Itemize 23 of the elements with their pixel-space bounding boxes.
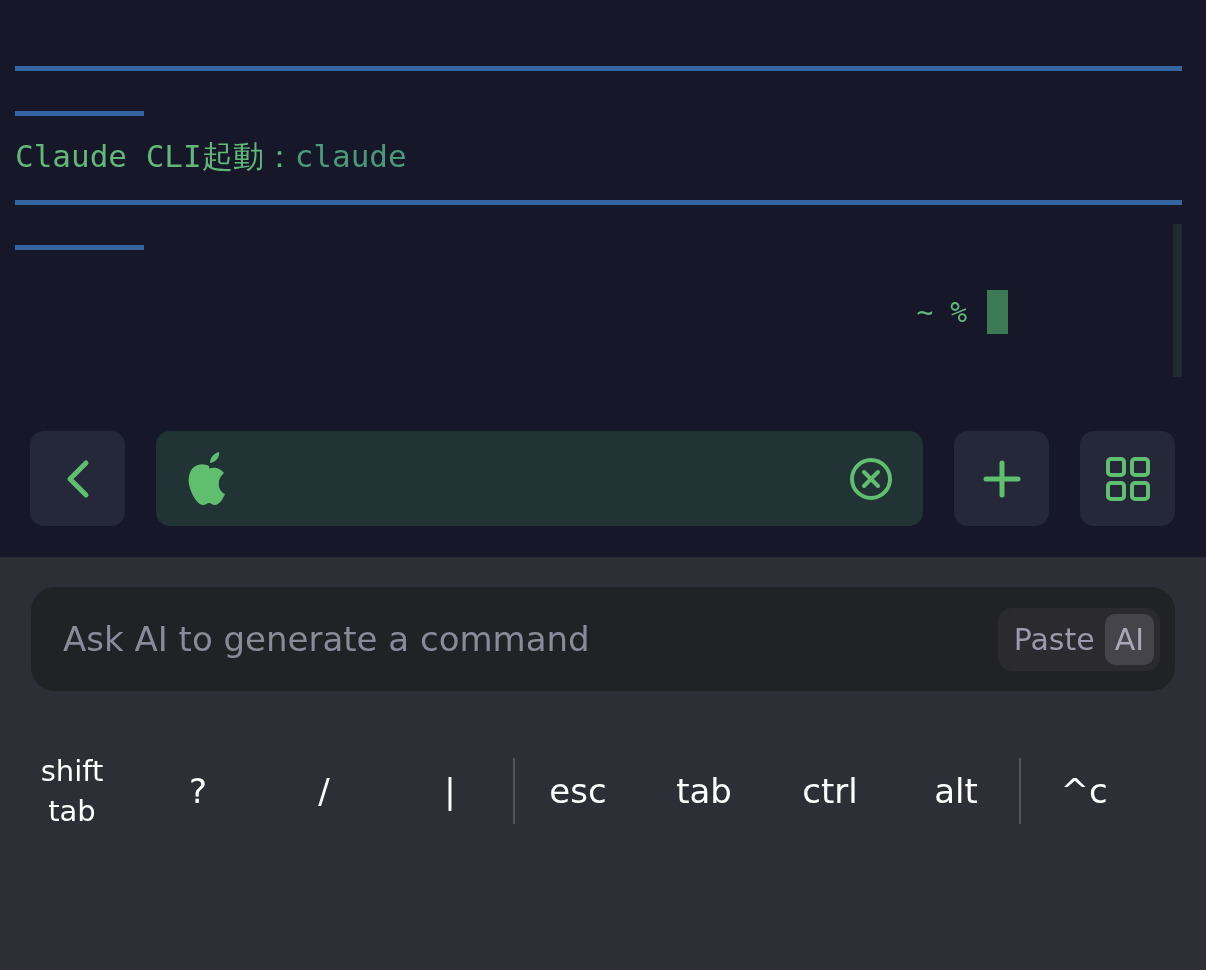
ai-prompt-field[interactable]: Ask AI to generate a command: [61, 618, 765, 660]
keyboard-key[interactable]: ?: [135, 770, 261, 812]
grid-icon: [1104, 455, 1151, 502]
keyboard-key[interactable]: shift tab: [9, 751, 135, 831]
keyboard-key[interactable]: ^c: [1021, 770, 1147, 812]
add-button[interactable]: [954, 431, 1049, 526]
plus-icon: [982, 459, 1021, 498]
keyboard-key[interactable]: ctrl: [767, 770, 893, 812]
host-field[interactable]: [156, 431, 923, 526]
shell-prompt: ~ %: [916, 295, 967, 329]
mode-option[interactable]: AI: [1104, 613, 1154, 665]
grid-button[interactable]: [1080, 431, 1175, 526]
keyboard-key[interactable]: /: [261, 770, 387, 812]
text-cursor: [987, 290, 1008, 334]
back-button[interactable]: [30, 431, 125, 526]
terminal-text: Claude CLI起動：: [15, 138, 295, 174]
terminal-command: claude: [294, 138, 407, 174]
keyboard-key[interactable]: esc: [515, 770, 641, 812]
keyboard-key[interactable]: alt: [893, 770, 1019, 812]
keyboard-key[interactable]: |: [387, 770, 513, 812]
mode-option[interactable]: Paste: [1003, 613, 1105, 665]
keyboard-key[interactable]: tab: [641, 770, 767, 812]
clear-icon[interactable]: [849, 456, 893, 501]
